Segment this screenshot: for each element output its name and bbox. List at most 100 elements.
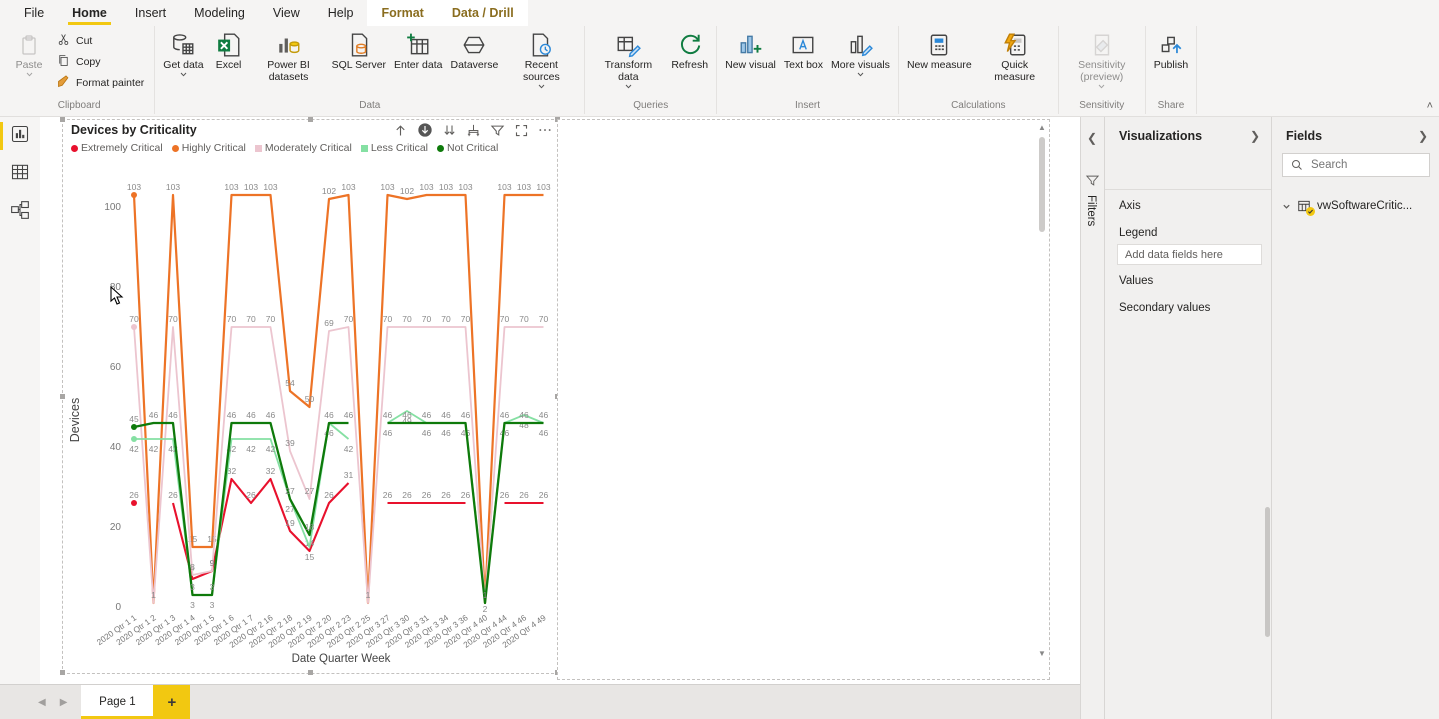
legend-field-well[interactable]: Add data fields here bbox=[1117, 244, 1262, 265]
ribbon-tab-format[interactable]: Format bbox=[367, 0, 437, 26]
svg-text:26: 26 bbox=[168, 490, 178, 500]
transform-data-button[interactable]: Transform data bbox=[589, 28, 667, 89]
table-scrollbar[interactable]: ▲ ▼ bbox=[1037, 123, 1047, 676]
paste-button[interactable]: Paste bbox=[8, 28, 50, 77]
text-box-button[interactable]: Text box bbox=[780, 28, 827, 71]
svg-text:46: 46 bbox=[266, 410, 276, 420]
svg-text:103: 103 bbox=[341, 182, 355, 192]
sidebar-report-view[interactable] bbox=[0, 117, 40, 155]
excel-icon bbox=[216, 31, 242, 59]
resize-handle[interactable] bbox=[60, 117, 65, 122]
collapse-fields-icon[interactable]: ❯ bbox=[1418, 129, 1428, 143]
filters-pane-collapsed[interactable]: ❮ Filters bbox=[1080, 117, 1105, 719]
scroll-up-icon[interactable]: ▲ bbox=[1037, 123, 1047, 132]
prev-page-icon[interactable]: ◀ bbox=[38, 697, 46, 708]
search-input[interactable] bbox=[1309, 158, 1413, 172]
sql-server-button[interactable]: SQL Server bbox=[328, 28, 390, 71]
svg-text:26: 26 bbox=[441, 490, 451, 500]
visualizations-scrollbar[interactable] bbox=[1265, 507, 1270, 637]
svg-text:0: 0 bbox=[115, 602, 121, 613]
svg-text:103: 103 bbox=[458, 182, 472, 192]
refresh-button[interactable]: Refresh bbox=[667, 28, 712, 71]
checkmark-badge-icon bbox=[1306, 207, 1315, 216]
cut-button[interactable]: Cut bbox=[50, 30, 150, 51]
field-table-name: vwSoftwareCritic... bbox=[1317, 200, 1412, 212]
ribbon-group-calculations: New measure Quick measureCalculations bbox=[899, 26, 1059, 114]
svg-text:60: 60 bbox=[110, 362, 122, 373]
resize-handle[interactable] bbox=[60, 394, 65, 399]
next-page-icon[interactable]: ▶ bbox=[60, 697, 68, 708]
scrollbar-thumb[interactable] bbox=[1039, 137, 1045, 232]
table-visual[interactable]: ▲ ▼ bbox=[557, 119, 1050, 680]
svg-text:70: 70 bbox=[246, 314, 256, 324]
page-tab[interactable]: Page 1 bbox=[81, 685, 153, 719]
sidebar-model-view[interactable] bbox=[0, 193, 40, 231]
format-painter-button[interactable]: Format painter bbox=[50, 72, 150, 93]
group-label: Share bbox=[1150, 99, 1192, 114]
group-label: Queries bbox=[589, 99, 712, 114]
svg-text:103: 103 bbox=[244, 182, 258, 192]
svg-text:26: 26 bbox=[539, 490, 549, 500]
field-table-item[interactable]: vwSoftwareCritic... bbox=[1272, 177, 1439, 213]
powerbi-desktop-app: FileHomeInsertModelingViewHelpFormatData… bbox=[0, 0, 1439, 719]
svg-text:103: 103 bbox=[517, 182, 531, 192]
svg-text:50: 50 bbox=[305, 394, 315, 404]
svg-text:46: 46 bbox=[402, 410, 412, 420]
expand-filters-icon[interactable]: ❮ bbox=[1087, 131, 1097, 145]
collapse-ribbon-icon[interactable]: ˄ bbox=[1427, 100, 1433, 112]
resize-handle[interactable] bbox=[308, 670, 313, 675]
new-measure-button[interactable]: New measure bbox=[903, 28, 976, 71]
data-view-icon bbox=[10, 162, 30, 187]
excel-button[interactable]: Excel bbox=[208, 28, 250, 71]
svg-text:48: 48 bbox=[519, 420, 529, 430]
svg-text:70: 70 bbox=[402, 314, 412, 324]
ribbon-tab-help[interactable]: Help bbox=[314, 0, 368, 26]
copy-button[interactable]: Copy bbox=[50, 51, 150, 72]
svg-text:26: 26 bbox=[461, 490, 471, 500]
new-visual-button[interactable]: New visual bbox=[721, 28, 780, 71]
publish-button[interactable]: Publish bbox=[1150, 28, 1192, 71]
line-chart[interactable]: 020406080100Devices2020 Qtr 1 12020 Qtr … bbox=[63, 120, 558, 673]
ribbon-tab-insert[interactable]: Insert bbox=[121, 0, 180, 26]
svg-text:100: 100 bbox=[104, 202, 121, 213]
recent-sources-button[interactable]: Recent sources bbox=[502, 28, 580, 89]
ribbon: FileHomeInsertModelingViewHelpFormatData… bbox=[0, 0, 1439, 117]
search-icon bbox=[1291, 159, 1303, 171]
ribbon-tab-file[interactable]: File bbox=[10, 0, 58, 26]
ribbon-tab-home[interactable]: Home bbox=[58, 0, 121, 26]
line-chart-visual[interactable]: Devices by Criticality Extremely Critica… bbox=[62, 119, 559, 674]
power-bi-datasets-icon bbox=[276, 31, 302, 59]
quick-measure-button[interactable]: Quick measure bbox=[976, 28, 1054, 83]
svg-text:46: 46 bbox=[441, 410, 451, 420]
svg-text:102: 102 bbox=[400, 186, 414, 196]
fields-search[interactable] bbox=[1282, 153, 1430, 177]
report-canvas[interactable]: Devices by Criticality Extremely Critica… bbox=[40, 117, 1080, 685]
svg-text:103: 103 bbox=[263, 182, 277, 192]
page-tab-label: Page 1 bbox=[99, 696, 135, 708]
fields-pane-title: Fields bbox=[1286, 129, 1322, 143]
view-sidebar bbox=[0, 117, 41, 685]
ribbon-tab-data-drill[interactable]: Data / Drill bbox=[438, 0, 528, 26]
sidebar-data-view[interactable] bbox=[0, 155, 40, 193]
collapse-visualizations-icon[interactable]: ❯ bbox=[1250, 129, 1260, 143]
svg-text:102: 102 bbox=[322, 186, 336, 196]
more-visuals-icon bbox=[847, 31, 873, 59]
resize-handle[interactable] bbox=[308, 117, 313, 122]
dataverse-button[interactable]: Dataverse bbox=[446, 28, 502, 71]
new-page-button[interactable]: + bbox=[153, 685, 190, 719]
svg-text:19: 19 bbox=[285, 518, 295, 528]
ribbon-tab-view[interactable]: View bbox=[259, 0, 314, 26]
ribbon-tab-modeling[interactable]: Modeling bbox=[180, 0, 259, 26]
scroll-down-icon[interactable]: ▼ bbox=[1037, 649, 1047, 658]
power-bi-datasets-button[interactable]: Power BI datasets bbox=[250, 28, 328, 83]
group-label: Sensitivity bbox=[1063, 99, 1141, 114]
filters-pane-title: Filters bbox=[1085, 195, 1097, 226]
ribbon-groups: Paste Cut Copy Format painterClipboard G… bbox=[0, 26, 1439, 114]
get-data-button[interactable]: Get data bbox=[159, 28, 207, 77]
more-visuals-button[interactable]: More visuals bbox=[827, 28, 894, 77]
enter-data-button[interactable]: Enter data bbox=[390, 28, 446, 71]
resize-handle[interactable] bbox=[60, 670, 65, 675]
svg-text:27: 27 bbox=[305, 486, 315, 496]
page-navigation-bar: ◀ ▶ Page 1 + bbox=[0, 684, 1080, 719]
sensitivity-preview--button[interactable]: Sensitivity (preview) bbox=[1063, 28, 1141, 89]
